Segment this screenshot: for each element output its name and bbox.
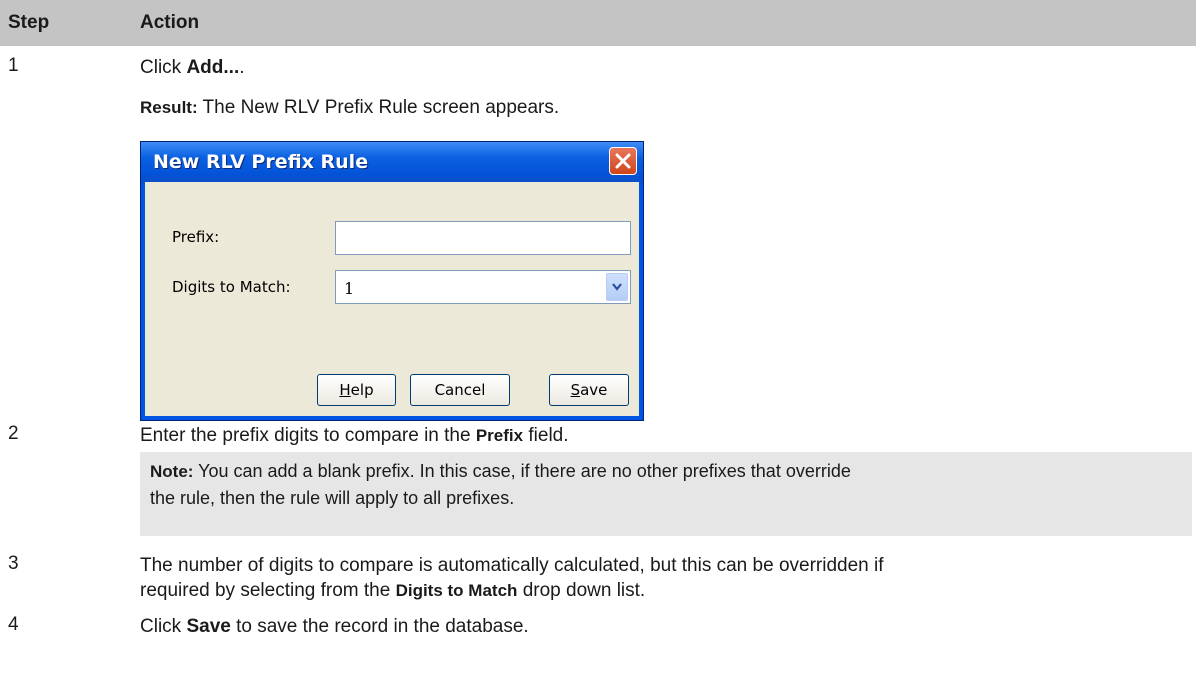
dialog-titlebar: New RLV Prefix Rule	[141, 142, 643, 182]
step-3-line-2-pre: required by selecting from the	[140, 580, 396, 601]
result-label: Result:	[140, 98, 198, 117]
dialog-title: New RLV Prefix Rule	[153, 151, 369, 173]
digits-to-match-select[interactable]: 1	[335, 270, 631, 304]
action-column-header: Action	[140, 12, 200, 33]
step-2-post: field.	[523, 425, 569, 446]
step-4-pre: Click	[140, 616, 187, 637]
note-box: Note: You can add a blank prefix. In thi…	[140, 452, 1192, 536]
help-mnemonic: H	[339, 381, 351, 399]
save-button[interactable]: Save	[549, 374, 629, 406]
cancel-button[interactable]: Cancel	[410, 374, 510, 406]
close-icon	[615, 153, 631, 169]
cancel-label: Cancel	[434, 381, 486, 399]
step-2-pre: Enter the prefix digits to compare in th…	[140, 425, 476, 446]
step-1-text: Click Add....	[140, 55, 245, 80]
step-4-text: Click Save to save the record in the dat…	[140, 614, 529, 639]
result-line: Result: The New RLV Prefix Rule screen a…	[140, 95, 559, 120]
dialog-body: Prefix: Digits to Match: 1 Help Cancel S…	[145, 182, 639, 416]
step-3-bold: Digits to Match	[395, 581, 518, 600]
help-label-rest: elp	[350, 381, 374, 399]
dropdown-button[interactable]	[606, 273, 628, 301]
save-label-rest: ave	[580, 381, 608, 399]
chevron-down-icon	[612, 283, 622, 291]
step-3-line-1: The number of digits to compare is autom…	[140, 555, 884, 576]
prefix-input[interactable]	[335, 221, 631, 255]
step-number-3: 3	[8, 553, 19, 574]
step-2-bold: Prefix	[475, 426, 524, 445]
result-text: The New RLV Prefix Rule screen appears.	[197, 97, 560, 118]
help-button[interactable]: Help	[317, 374, 396, 406]
prefix-label: Prefix:	[172, 228, 220, 246]
close-button[interactable]	[609, 147, 637, 175]
step-column-header: Step	[8, 12, 50, 33]
step-number-4: 4	[8, 614, 19, 635]
step-2-text: Enter the prefix digits to compare in th…	[140, 423, 569, 448]
step-4-bold: Save	[186, 616, 231, 637]
step-number-2: 2	[8, 423, 19, 444]
save-mnemonic: S	[570, 381, 581, 399]
note-label: Note:	[150, 462, 194, 481]
new-rlv-prefix-rule-dialog: New RLV Prefix Rule Prefix: Digits to Ma…	[140, 141, 644, 421]
table-header: Step Action	[0, 0, 1196, 46]
note-line-2: the rule, then the rule will apply to al…	[150, 488, 515, 508]
digits-to-match-label: Digits to Match:	[172, 278, 291, 296]
step-1-pre: Click	[140, 57, 187, 78]
note-line-1: You can add a blank prefix. In this case…	[193, 461, 851, 481]
step-4-post: to save the record in the database.	[230, 616, 529, 637]
note-text: Note: You can add a blank prefix. In thi…	[150, 458, 1185, 511]
step-1-post: .	[239, 57, 245, 78]
step-3-line-2-post: drop down list.	[517, 580, 646, 601]
step-3-text: The number of digits to compare is autom…	[140, 553, 884, 603]
digits-to-match-value: 1	[344, 279, 355, 298]
step-number-1: 1	[8, 55, 19, 76]
step-1-bold: Add...	[186, 57, 240, 78]
